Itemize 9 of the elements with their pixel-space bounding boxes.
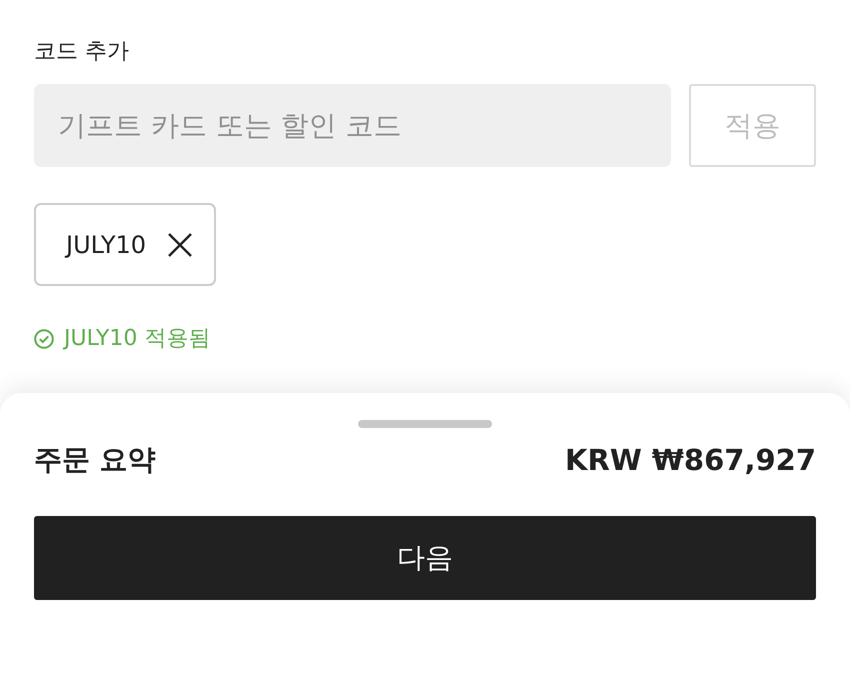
code-input[interactable]: 기프트 카드 또는 할인 코드	[34, 84, 671, 167]
drag-handle[interactable]	[358, 420, 492, 428]
order-summary-title[interactable]: 주문 요약	[34, 441, 156, 479]
next-button[interactable]: 다음	[34, 516, 816, 600]
order-total: KRW ₩867,927	[565, 443, 816, 477]
add-code-label: 코드 추가	[34, 38, 129, 66]
status-message: JULY10 적용됨	[64, 325, 210, 353]
close-icon[interactable]	[168, 232, 192, 256]
code-text: JULY10	[66, 230, 146, 260]
